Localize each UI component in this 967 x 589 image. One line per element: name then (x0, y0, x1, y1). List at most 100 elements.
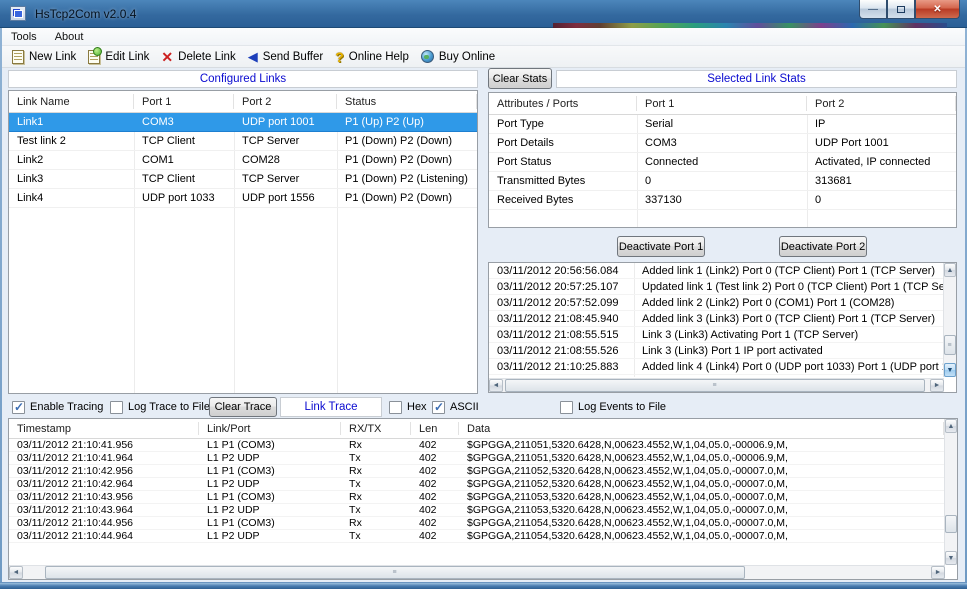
link-row[interactable]: Link3 TCP Client TCP Server P1 (Down) P2… (9, 170, 477, 189)
ascii-checkbox[interactable] (432, 401, 445, 414)
scroll-left-button[interactable]: ◄ (9, 566, 23, 579)
stats-row[interactable]: Port Status Connected Activated, IP conn… (489, 153, 956, 172)
clear-stats-button[interactable]: Clear Stats (488, 68, 552, 89)
log-trace-option[interactable]: Log Trace to File (110, 400, 210, 414)
event-row[interactable]: 03/11/2012 21:08:45.940 Added link 3 (Li… (489, 311, 943, 327)
log-events-option[interactable]: Log Events to File (560, 400, 666, 414)
scroll-down-button[interactable]: ▼ (945, 551, 957, 565)
event-log-vscrollbar[interactable]: ▲ ≡ ▼ (943, 263, 956, 377)
configured-links-columns: Link Name Port 1 Port 2 Status (9, 91, 477, 113)
column-port1[interactable]: Port 1 (134, 91, 234, 112)
trace-link-port-cell: L1 P2 UDP (199, 504, 341, 516)
trace-len-cell: 402 (411, 465, 459, 477)
trace-hscrollbar[interactable]: ◄ ≡ ► (9, 565, 945, 579)
event-message-cell: Link 3 (Link3) Activating Port 1 (TCP Se… (634, 327, 943, 342)
deactivate-port2-button[interactable]: Deactivate Port 2 (779, 236, 867, 257)
event-row[interactable]: 03/11/2012 20:57:52.099 Added link 2 (Li… (489, 295, 943, 311)
scroll-right-button[interactable]: ► (930, 379, 944, 392)
scroll-right-button[interactable]: ► (931, 566, 945, 579)
link-row[interactable]: Link2 COM1 COM28 P1 (Down) P2 (Down) (9, 151, 477, 170)
link-name-cell: Test link 2 (9, 132, 134, 150)
scrollbar-thumb[interactable]: ≡ (45, 566, 745, 579)
delete-link-icon: ✕ (161, 50, 173, 64)
hex-option[interactable]: Hex (389, 400, 427, 414)
stats-row[interactable]: Port Details COM3 UDP Port 1001 (489, 134, 956, 153)
trace-vscrollbar[interactable]: ▲ ▼ (944, 419, 957, 565)
column-stats-port1[interactable]: Port 1 (637, 93, 807, 114)
trace-link-port-cell: L1 P1 (COM3) (199, 439, 341, 451)
trace-data-cell: $GPGGA,211054,5320.6428,N,00623.4552,W,1… (459, 517, 944, 529)
log-events-checkbox[interactable] (560, 401, 573, 414)
event-row[interactable]: 03/11/2012 21:08:55.526 Link 3 (Link3) P… (489, 343, 943, 359)
titlebar[interactable]: HsTcp2Com v2.0.4 — ✕ (0, 0, 967, 28)
scrollbar-thumb[interactable]: ≡ (944, 335, 956, 355)
scroll-up-button[interactable]: ▲ (945, 419, 957, 433)
event-row[interactable]: 03/11/2012 21:10:25.883 Added link 4 (Li… (489, 359, 943, 375)
trace-row[interactable]: 03/11/2012 21:10:44.964 L1 P2 UDP Tx 402… (9, 530, 944, 543)
trace-row[interactable]: 03/11/2012 21:10:42.956 L1 P1 (COM3) Rx … (9, 465, 944, 478)
deactivate-port1-button[interactable]: Deactivate Port 1 (617, 236, 705, 257)
maximize-button[interactable] (887, 0, 915, 19)
port2-cell: TCP Server (234, 132, 337, 150)
new-link-button[interactable]: New Link (8, 47, 84, 67)
clear-trace-button[interactable]: Clear Trace (209, 397, 277, 417)
column-status[interactable]: Status (337, 91, 477, 112)
event-row[interactable]: 03/11/2012 21:08:55.515 Link 3 (Link3) A… (489, 327, 943, 343)
column-attributes[interactable]: Attributes / Ports (489, 93, 637, 114)
stats-row[interactable]: Transmitted Bytes 0 313681 (489, 172, 956, 191)
online-help-button[interactable]: ? Online Help (331, 47, 417, 67)
attribute-cell: Port Status (489, 153, 637, 171)
ascii-option[interactable]: ASCII (432, 400, 479, 414)
event-log-body: 03/11/2012 20:56:56.084 Added link 1 (Li… (489, 263, 943, 377)
trace-columns: Timestamp Link/Port RX/TX Len Data (9, 419, 944, 439)
trace-row[interactable]: 03/11/2012 21:10:43.964 L1 P2 UDP Tx 402… (9, 504, 944, 517)
column-rx-tx[interactable]: RX/TX (341, 419, 411, 438)
link-row[interactable]: Link4 UDP port 1033 UDP port 1556 P1 (Do… (9, 189, 477, 208)
menu-about[interactable]: About (46, 29, 93, 45)
event-row[interactable]: 03/11/2012 20:57:25.107 Updated link 1 (… (489, 279, 943, 295)
buy-online-label: Buy Online (439, 51, 495, 63)
scrollbar-thumb[interactable] (945, 515, 957, 533)
stats-row[interactable]: Port Type Serial IP (489, 115, 956, 134)
column-data[interactable]: Data (459, 419, 944, 438)
attribute-cell: Port Type (489, 115, 637, 133)
stats-row[interactable]: Received Bytes 337130 0 (489, 191, 956, 210)
scrollbar-thumb[interactable]: ≡ (505, 379, 925, 392)
status-cell: P1 (Down) P2 (Listening) (337, 170, 477, 188)
delete-link-button[interactable]: ✕ Delete Link (157, 47, 243, 67)
trace-row[interactable]: 03/11/2012 21:10:43.956 L1 P1 (COM3) Rx … (9, 491, 944, 504)
configured-links-header: Configured Links (8, 70, 478, 88)
enable-tracing-option[interactable]: Enable Tracing (12, 400, 103, 414)
buy-online-button[interactable]: Buy Online (417, 47, 503, 67)
edit-link-button[interactable]: Edit Link (84, 47, 157, 67)
trace-rx-tx-cell: Rx (341, 465, 411, 477)
column-link-port[interactable]: Link/Port (199, 419, 341, 438)
column-port2[interactable]: Port 2 (234, 91, 337, 112)
column-link-name[interactable]: Link Name (9, 91, 134, 112)
scroll-up-button[interactable]: ▲ (944, 263, 956, 277)
trace-row[interactable]: 03/11/2012 21:10:41.956 L1 P1 (COM3) Rx … (9, 439, 944, 452)
menu-tools[interactable]: Tools (2, 29, 46, 45)
send-buffer-button[interactable]: ◀ Send Buffer (244, 47, 332, 67)
trace-link-port-cell: L1 P1 (COM3) (199, 465, 341, 477)
trace-row[interactable]: 03/11/2012 21:10:44.956 L1 P1 (COM3) Rx … (9, 517, 944, 530)
log-trace-checkbox[interactable] (110, 401, 123, 414)
link-row[interactable]: Link1 COM3 UDP port 1001 P1 (Up) P2 (Up) (9, 113, 477, 132)
enable-tracing-checkbox[interactable] (12, 401, 25, 414)
minimize-button[interactable]: — (859, 0, 887, 19)
column-stats-port2[interactable]: Port 2 (807, 93, 956, 114)
trace-row[interactable]: 03/11/2012 21:10:41.964 L1 P2 UDP Tx 402… (9, 452, 944, 465)
trace-rx-tx-cell: Tx (341, 478, 411, 490)
column-timestamp[interactable]: Timestamp (9, 419, 199, 438)
close-button[interactable]: ✕ (915, 0, 960, 19)
hex-checkbox[interactable] (389, 401, 402, 414)
trace-row[interactable]: 03/11/2012 21:10:42.964 L1 P2 UDP Tx 402… (9, 478, 944, 491)
trace-data-cell: $GPGGA,211052,5320.6428,N,00623.4552,W,1… (459, 478, 944, 490)
arrow-right-icon: ► (934, 382, 941, 389)
column-len[interactable]: Len (411, 419, 459, 438)
event-row[interactable]: 03/11/2012 20:56:56.084 Added link 1 (Li… (489, 263, 943, 279)
event-log-hscrollbar[interactable]: ◄ ≡ ► (489, 378, 944, 392)
scroll-left-button[interactable]: ◄ (489, 379, 503, 392)
link-row[interactable]: Test link 2 TCP Client TCP Server P1 (Do… (9, 132, 477, 151)
scroll-down-button[interactable]: ▼ (944, 363, 956, 377)
